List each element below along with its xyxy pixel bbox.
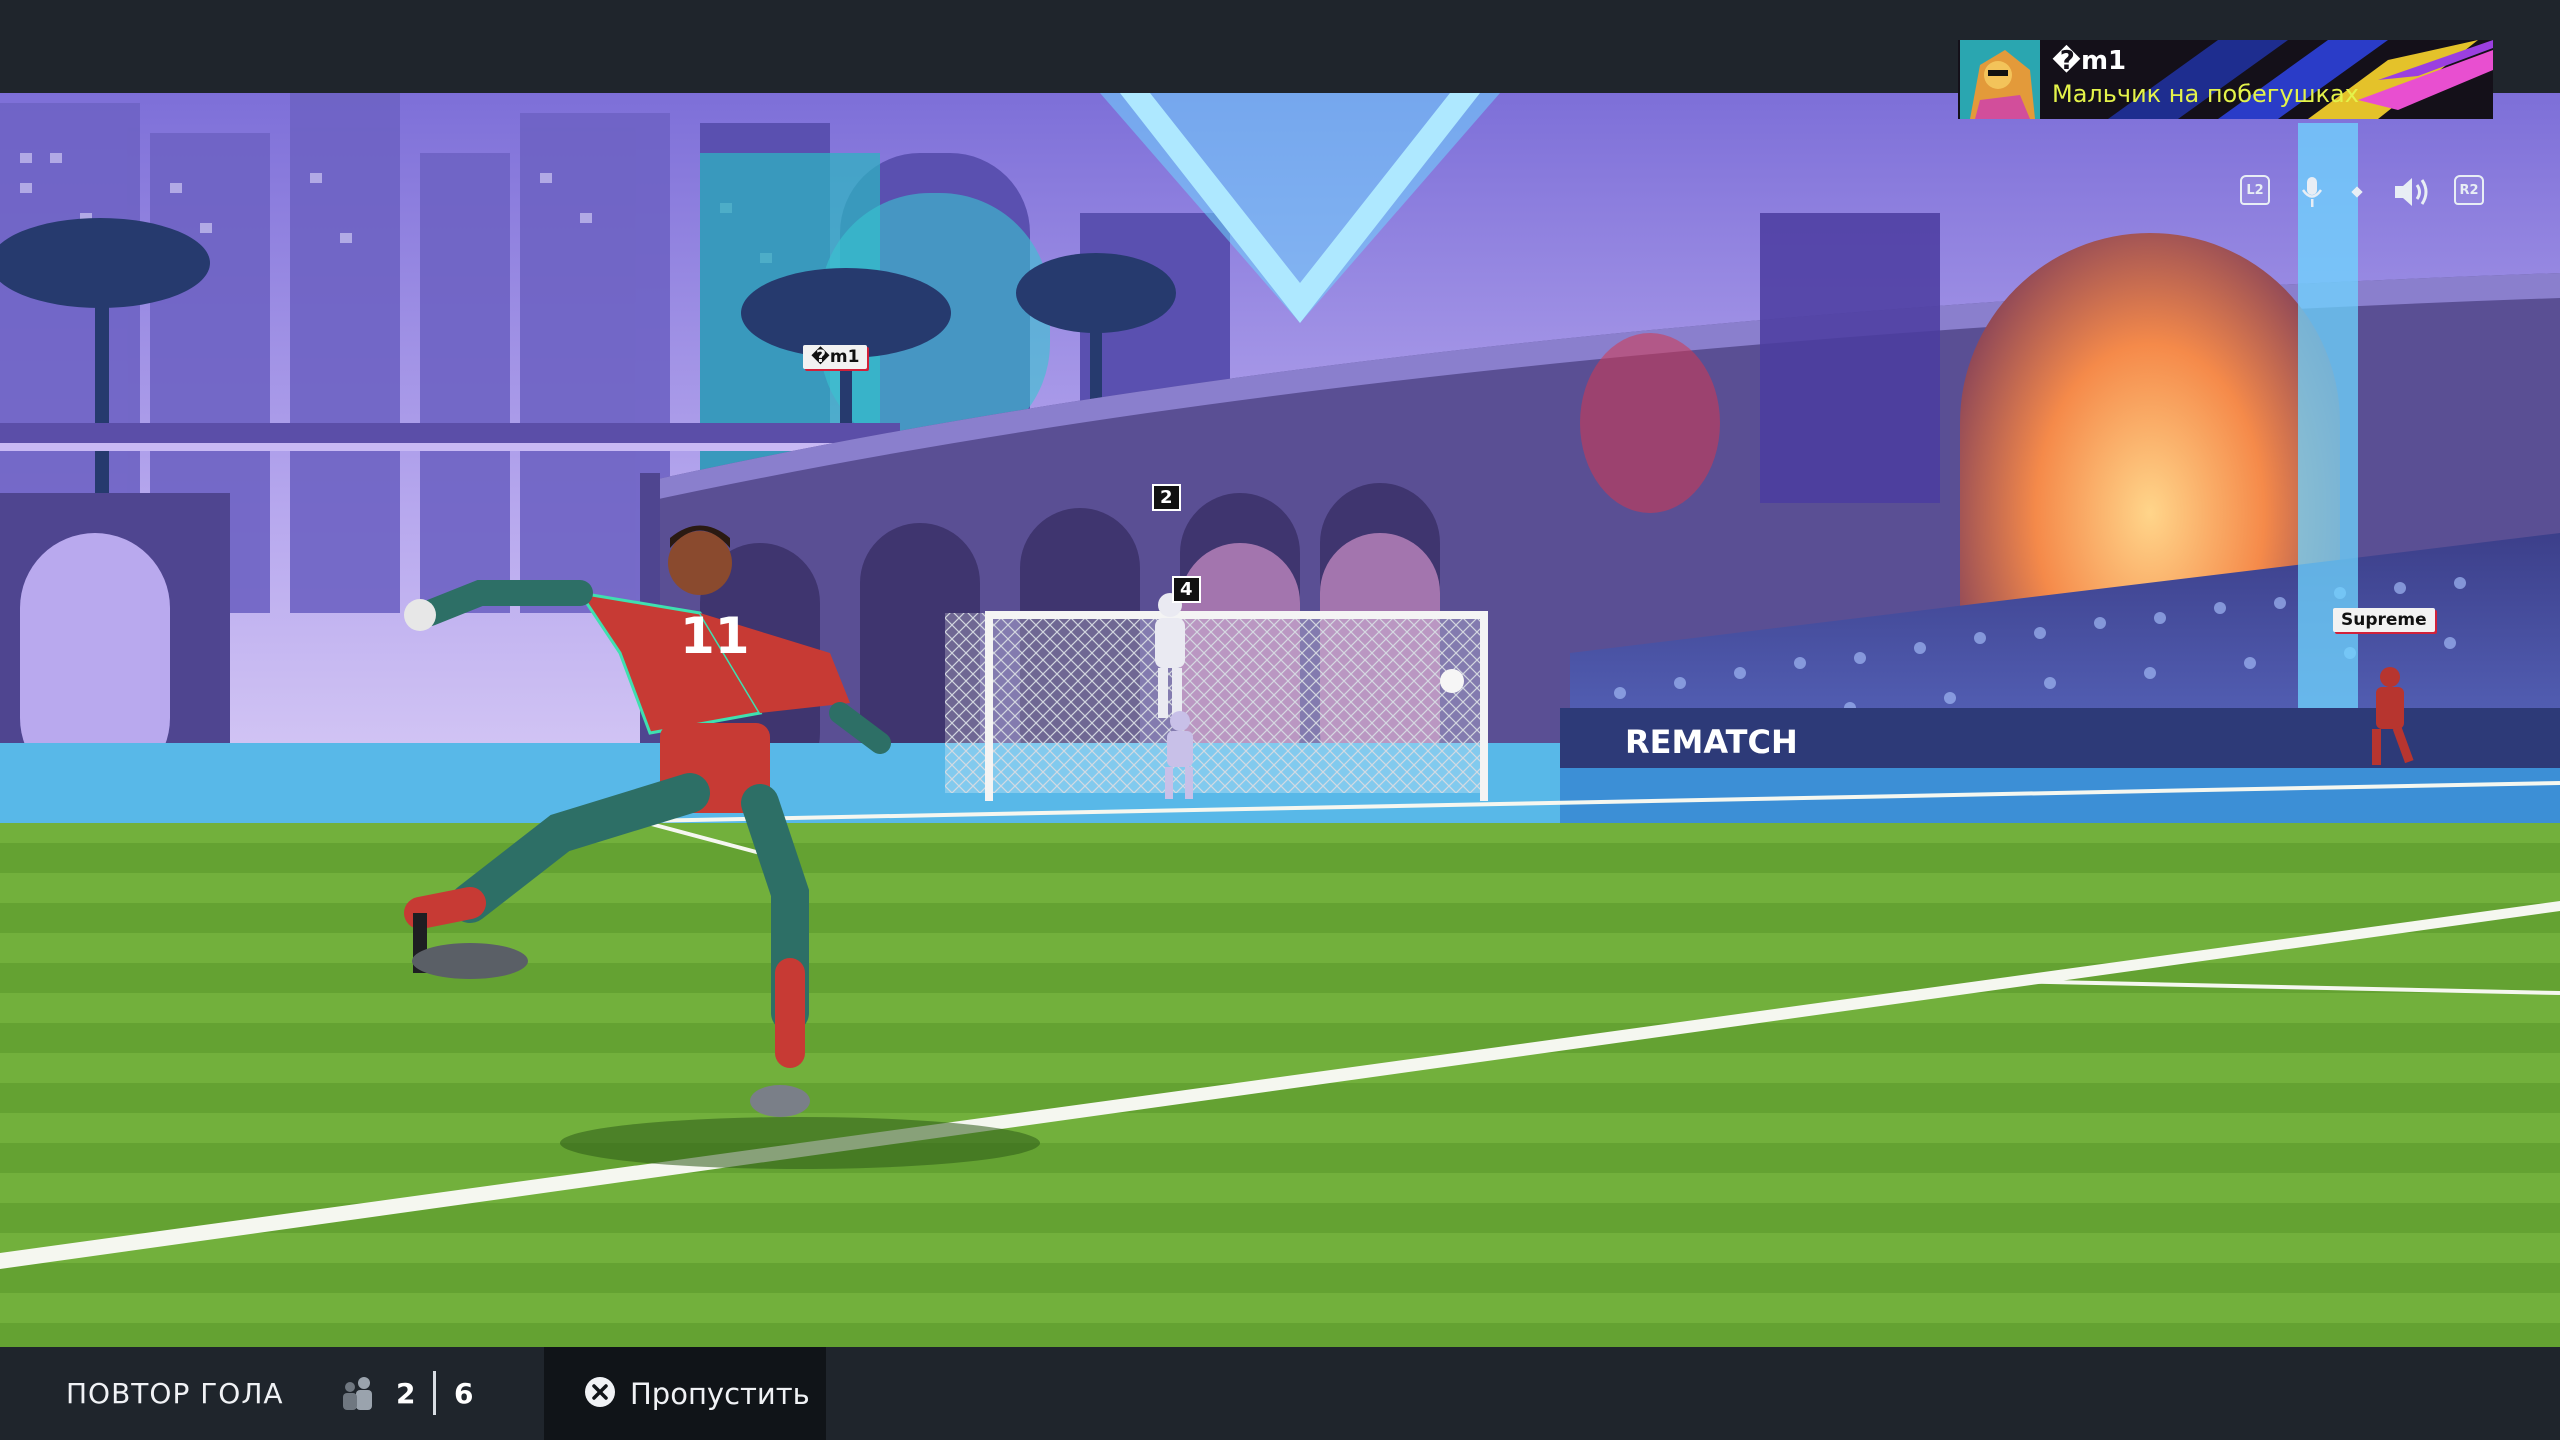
board-text-rematch: REMATCH (1625, 723, 1798, 761)
score-divider (433, 1371, 436, 1415)
l2-prompt: L2 (2240, 175, 2270, 205)
shooter-number: 11 (680, 607, 750, 665)
game-scene: REMATCH 11 (0, 93, 2560, 1347)
r2-button-icon: R2 (2454, 175, 2484, 205)
profile-name: �m1 (2052, 46, 2127, 76)
bottom-bar (0, 1347, 2560, 1440)
mic-prompt (2300, 175, 2324, 209)
player-tag-m1: �m1 (803, 345, 868, 369)
team-players-icon (343, 1377, 372, 1410)
score-left: 2 (396, 1377, 416, 1410)
mic-icon (2301, 177, 2323, 207)
r2-prompt: R2 (2454, 175, 2484, 205)
separator-dot (2351, 186, 2363, 198)
player-avatar (1960, 40, 2040, 119)
l2-button-icon: L2 (2240, 175, 2270, 205)
player-number-tag-2: 2 (1152, 484, 1181, 511)
score-right: 6 (454, 1377, 474, 1410)
skip-label[interactable]: Пропустить (630, 1377, 810, 1411)
goal-replay-label: ПОВТОР ГОЛА (66, 1377, 284, 1410)
player-tag-supreme: Supreme (2333, 608, 2435, 632)
speaker-prompt (2393, 175, 2433, 209)
speaker-icon (2395, 178, 2428, 206)
cross-button-icon (585, 1377, 615, 1407)
player-number-tag-4: 4 (1172, 576, 1201, 603)
profile-subtitle: Мальчик на побегушках (2052, 80, 2359, 108)
